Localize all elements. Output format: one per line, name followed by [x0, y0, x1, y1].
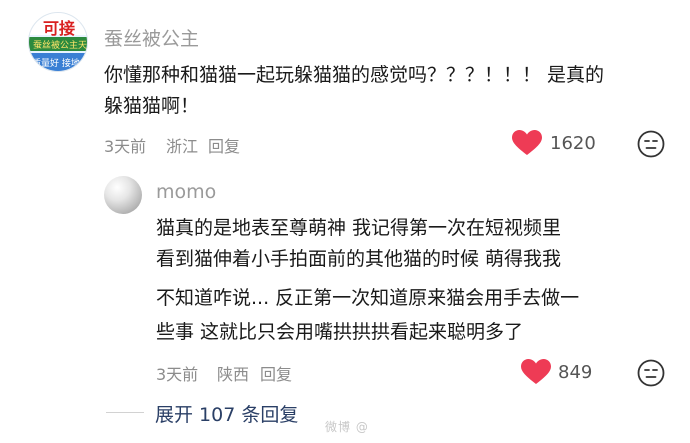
reply-text-line: 些事 这就比只会用嘴拱拱拱看起来聪明多了 [156, 321, 524, 343]
dislike-face-icon[interactable] [637, 359, 665, 387]
reply-text-line: 不知道咋说... 反正第一次知道原来猫会用手去做一 [156, 287, 580, 309]
comment-location: 浙江 [166, 137, 199, 156]
reply-text-line: 猫真的是地表至尊萌神 我记得第一次在短视频里 [156, 217, 562, 239]
like-count: 849 [558, 362, 593, 383]
avatar-text: 质量好 接地 [32, 59, 80, 69]
avatar[interactable]: 可接 蚕丝被公主天 质量好 接地 [28, 12, 88, 72]
reply-time: 3天前 [156, 365, 199, 384]
reply-button[interactable]: 回复 [260, 361, 292, 385]
comment-text-line: 躲猫猫啊！ [104, 95, 200, 117]
comment-time: 3天前 [104, 137, 147, 156]
like-count: 1620 [550, 133, 596, 154]
expand-replies-link[interactable]: 展开 107 条回复 [155, 400, 298, 427]
heart-icon[interactable] [521, 359, 551, 385]
reply-button[interactable]: 回复 [208, 133, 240, 157]
heart-icon[interactable] [512, 130, 542, 156]
avatar[interactable] [104, 176, 142, 214]
reply-text-line: 看到猫伸着小手拍面前的其他猫的时候 萌得我我 [156, 248, 562, 270]
comment-text-line: 你懂那种和猫猫一起玩躲猫猫的感觉吗？？？！！！ 是真的 [104, 64, 605, 86]
reply-username[interactable]: momo [156, 181, 216, 203]
watermark: 微博 @ [325, 420, 369, 434]
avatar-text: 可接 [43, 19, 76, 38]
dislike-face-icon[interactable] [637, 130, 665, 158]
divider [106, 412, 144, 413]
avatar-text: 蚕丝被公主天 [33, 41, 88, 51]
comment-username[interactable]: 蚕丝被公主 [104, 24, 199, 51]
reply-location: 陕西 [217, 365, 250, 384]
